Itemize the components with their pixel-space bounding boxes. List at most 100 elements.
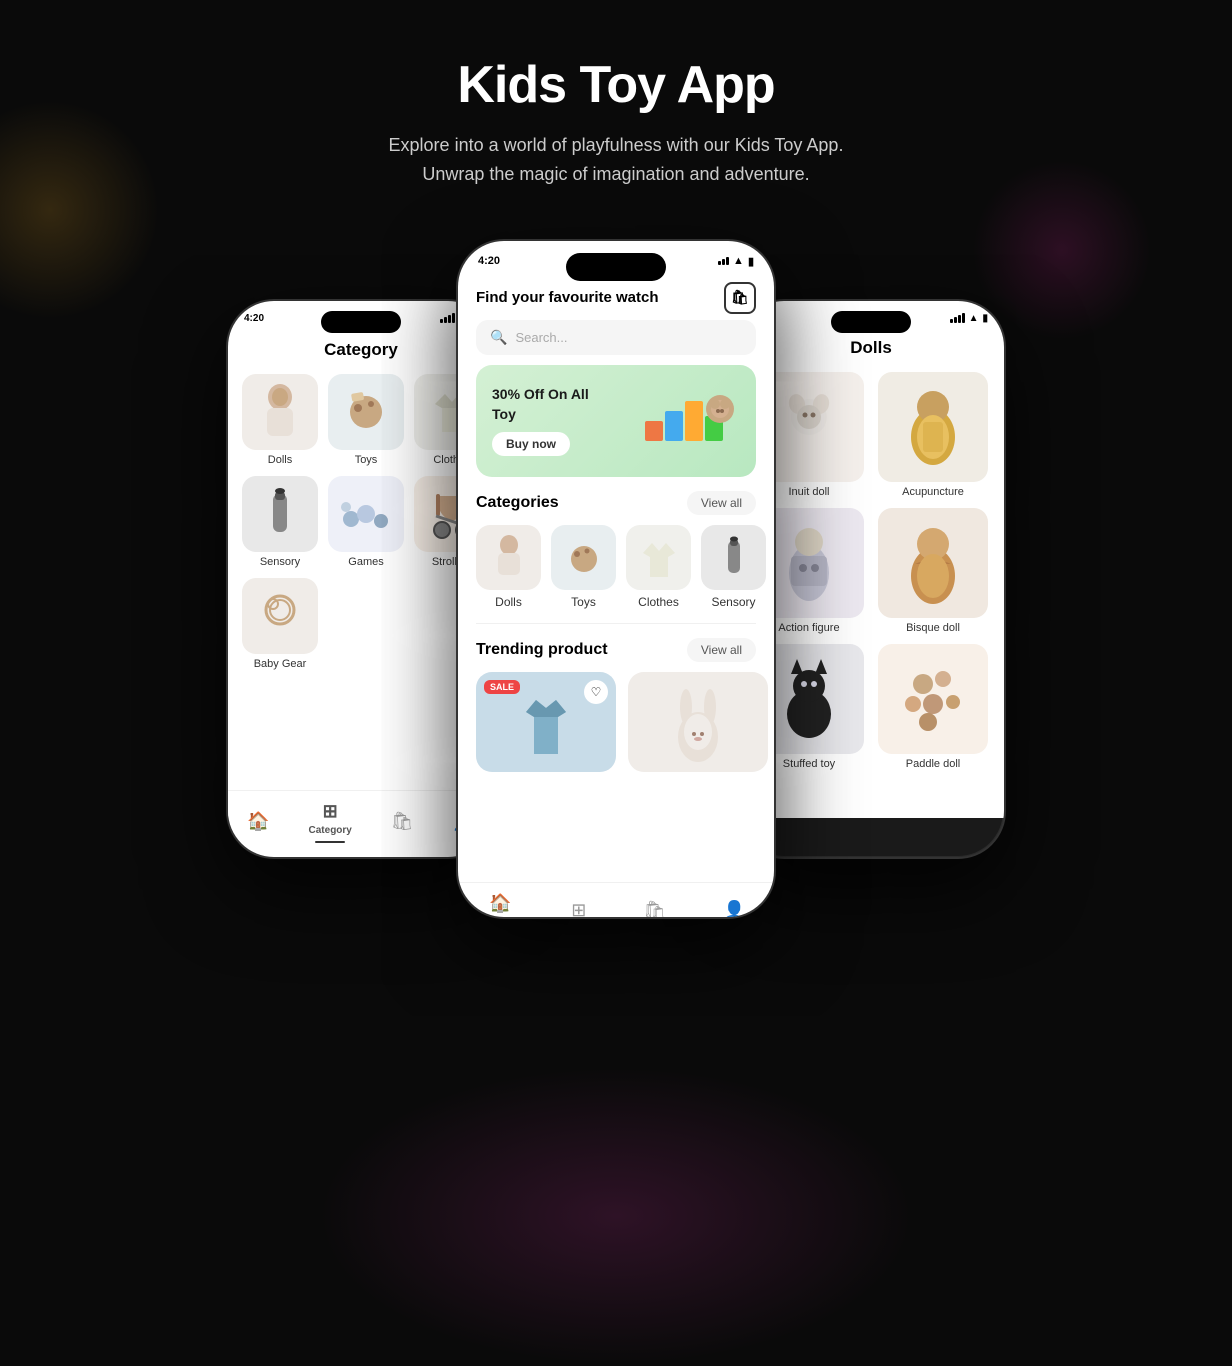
doll-item-acupuncture[interactable]: Acupuncture (876, 372, 990, 498)
nav-category-left[interactable]: ⊞ Category (309, 801, 352, 818)
doll-img-acupuncture (878, 372, 988, 482)
home-cat-dolls[interactable]: Dolls (476, 525, 541, 609)
wifi-icon-right: ▲ (969, 313, 979, 324)
cart-icon-left: 🛍 (391, 811, 414, 818)
cat-item-sensory[interactable]: Sensory (242, 476, 318, 568)
home-cat-sensory[interactable]: Sensory (701, 525, 766, 609)
search-placeholder: Search... (515, 330, 567, 345)
cat-label-toys: Toys (355, 454, 378, 466)
heart-button[interactable]: ♡ (584, 680, 608, 704)
category-header: Category (228, 328, 494, 368)
banner-content: 30% Off On All Toy Buy now (492, 385, 589, 456)
nav-cart-left[interactable]: 🛍 (391, 811, 414, 818)
trending-section-title: Trending product (476, 641, 608, 659)
doll-label-action: Action figure (778, 622, 839, 634)
dynamic-island-center (566, 253, 666, 281)
status-icons-center: ▲ ▮ (718, 255, 754, 268)
status-icons-right: ▲ ▮ (950, 313, 988, 324)
bag-icon[interactable]: 🛍 (724, 282, 756, 314)
dynamic-island-right (831, 311, 911, 333)
product-img-bunny (628, 672, 768, 772)
home-icon-center: 🏠 (489, 893, 511, 914)
subtitle-line2: Unwrap the magic of imagination and adve… (422, 164, 809, 184)
cat-label-dolls: Dolls (268, 454, 292, 466)
buy-now-button[interactable]: Buy now (492, 432, 570, 456)
bottom-nav-center: 🏠 Home ⊞ 🛍 👤 (458, 882, 774, 919)
doll-img-bisque (878, 508, 988, 618)
doll-item-paddle[interactable]: Paddle doll (876, 644, 990, 770)
doll-item-bisque[interactable]: Bisque doll (876, 508, 990, 634)
bg-decoration-bottom (316, 1066, 916, 1366)
cart-icon-center: 🛍 (643, 900, 666, 919)
signal-icon-right (950, 313, 965, 323)
product-card-bunny[interactable] (628, 672, 768, 772)
home-title: Find your favourite watch (476, 289, 659, 306)
home-cat-label-toys: Toys (571, 595, 596, 609)
cat-item-babygear[interactable]: Baby Gear (242, 578, 318, 670)
right-phone-wrapper: 4:20 ▲ ▮ ‹ Dolls (736, 299, 1006, 859)
signal-icon-left (440, 313, 455, 323)
doll-label-stuffed: Stuffed toy (783, 758, 835, 770)
battery-icon-center: ▮ (748, 255, 754, 268)
cat-label-games: Games (348, 556, 383, 568)
nav-home-label-center: Home (486, 917, 514, 919)
trending-view-all[interactable]: View all (687, 638, 756, 662)
grid-icon-center: ⊞ (571, 900, 586, 919)
cat-img-dolls (242, 374, 318, 450)
subtitle-line1: Explore into a world of playfulness with… (389, 135, 844, 155)
bottom-nav-left: 🏠 ⊞ Category 🛍 👤 (228, 790, 494, 818)
nav-home-center[interactable]: 🏠 Home (486, 893, 514, 919)
search-bar[interactable]: 🔍 Search... (476, 320, 756, 355)
dolls-screen: ‹ Dolls (738, 328, 1004, 818)
signal-icon-center (718, 257, 729, 265)
categories-view-all[interactable]: View all (687, 491, 756, 515)
home-cat-clothes[interactable]: Clothes (626, 525, 691, 609)
doll-img-paddle (878, 644, 988, 754)
cat-label-babygear: Baby Gear (254, 658, 307, 670)
category-icon-left: ⊞ (323, 801, 338, 818)
nav-cart-center[interactable]: 🛍 (643, 900, 666, 919)
home-cat-img-clothes (626, 525, 691, 590)
nav-home-left[interactable]: 🏠 (247, 811, 269, 818)
cat-img-babygear (242, 578, 318, 654)
product-card-outfit[interactable]: SALE ♡ (476, 672, 616, 772)
banner-text: 30% Off On All Toy (492, 385, 589, 424)
categories-section-header: Categories View all (458, 491, 774, 525)
cat-item-toys[interactable]: Toys (328, 374, 404, 466)
dynamic-island-left (321, 311, 401, 333)
divider (476, 623, 756, 624)
center-phone-wrapper: 4:20 ▲ ▮ Find your favourite watch 🛍 (456, 239, 776, 919)
home-cat-img-toys (551, 525, 616, 590)
nav-grid-center[interactable]: ⊞ (571, 900, 586, 919)
page-header: Kids Toy App Explore into a world of pla… (0, 0, 1232, 219)
cat-img-toys (328, 374, 404, 450)
cat-item-games[interactable]: Games (328, 476, 404, 568)
home-screen: Find your favourite watch 🛍 🔍 Search... … (458, 272, 774, 882)
home-cat-label-clothes: Clothes (638, 595, 679, 609)
sale-badge: SALE (484, 680, 520, 694)
product-img-outfit: SALE ♡ (476, 672, 616, 772)
cat-label-sensory: Sensory (260, 556, 300, 568)
trending-row: SALE ♡ (458, 672, 774, 772)
doll-label-bisque: Bisque doll (906, 622, 960, 634)
wifi-icon-center: ▲ (733, 255, 744, 267)
status-time-left: 4:20 (244, 313, 264, 324)
home-cat-img-sensory (701, 525, 766, 590)
banner-image (640, 381, 740, 461)
home-cat-label-dolls: Dolls (495, 595, 522, 609)
category-grid: Dolls Toys (228, 368, 494, 676)
category-screen: Category Dolls (228, 328, 494, 818)
search-icon: 🔍 (490, 329, 507, 346)
phones-container: 4:20 ▲ ▮ Category (0, 239, 1232, 919)
categories-section-title: Categories (476, 494, 559, 512)
home-cat-img-dolls (476, 525, 541, 590)
center-phone: 4:20 ▲ ▮ Find your favourite watch 🛍 (456, 239, 776, 919)
cat-item-dolls[interactable]: Dolls (242, 374, 318, 466)
dolls-header: ‹ Dolls (738, 328, 1004, 366)
home-cat-toys[interactable]: Toys (551, 525, 616, 609)
battery-icon-right: ▮ (982, 313, 988, 324)
cat-img-sensory (242, 476, 318, 552)
nav-profile-center[interactable]: 👤 (723, 900, 745, 919)
profile-icon-center: 👤 (723, 900, 745, 919)
cat-img-games (328, 476, 404, 552)
